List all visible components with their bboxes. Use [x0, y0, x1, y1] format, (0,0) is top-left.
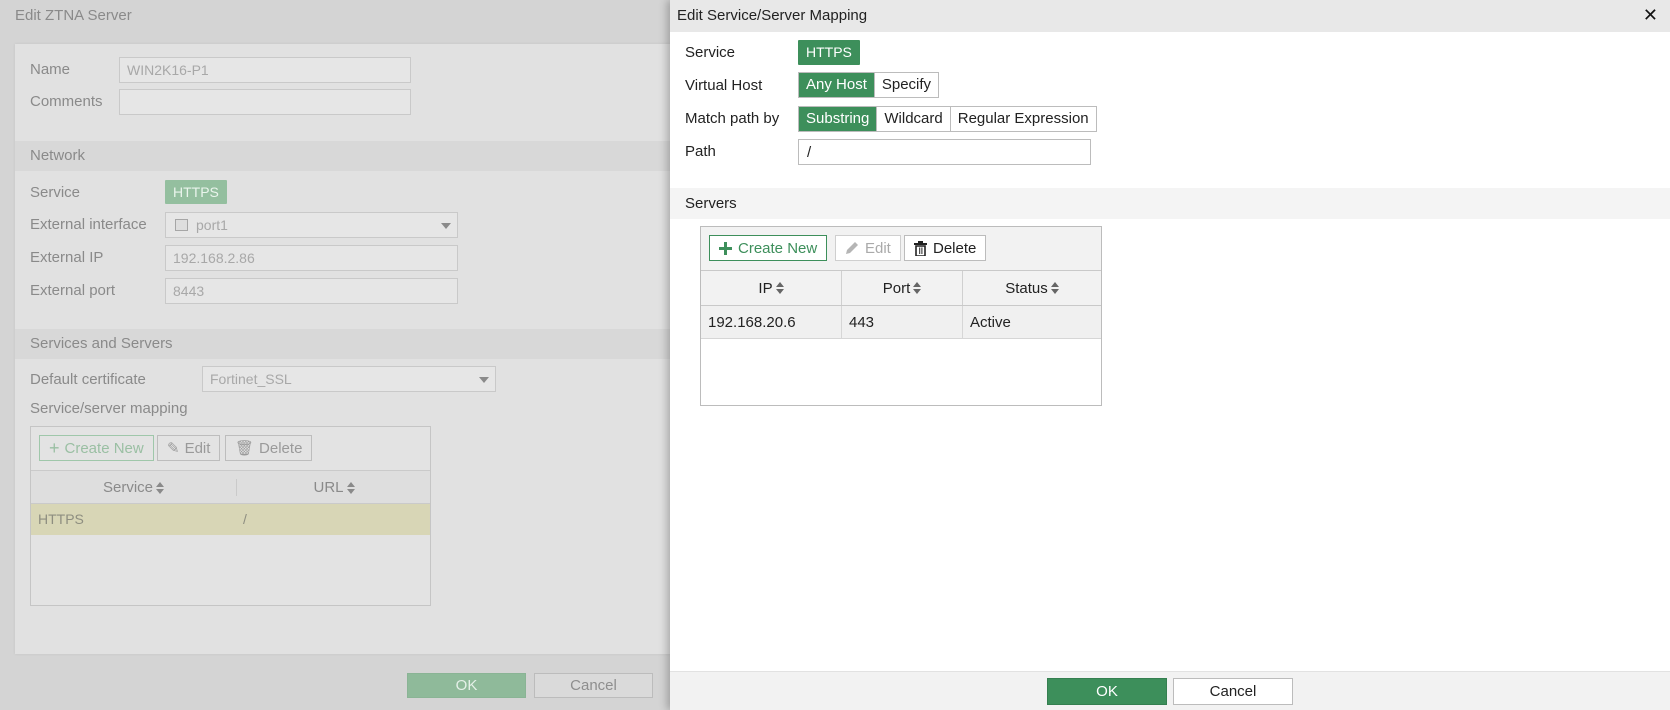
mapping-table-header: Service URL: [31, 470, 430, 504]
sort-icon: [346, 482, 355, 495]
servers-section-title: Servers: [685, 195, 737, 212]
create-new-label: Create New: [738, 239, 818, 257]
bg-cancel-button: Cancel: [534, 673, 653, 698]
bg-create-new-label: Create New: [64, 439, 144, 457]
col-url: URL: [238, 479, 430, 496]
bg-delete-button: 🗑 Delete: [225, 435, 313, 461]
col-service-label: Service: [102, 479, 154, 496]
col-status-label: Status: [1005, 279, 1048, 297]
servers-section: Servers: [670, 188, 1670, 219]
table-row[interactable]: 192.168.20.6 443 Active: [701, 306, 1101, 339]
bg-edit-label: Edit: [184, 439, 211, 457]
mapping-label: Service/server mapping: [30, 400, 188, 417]
close-icon[interactable]: ✕: [1643, 5, 1658, 26]
bg-edit-button: ✎ Edit: [157, 435, 221, 461]
service-label: Service: [685, 44, 736, 61]
match-path-label: Match path by: [685, 110, 780, 127]
bg-delete-label: Delete: [259, 439, 303, 457]
col-url-label: URL: [313, 479, 344, 496]
background-dialog-title: Edit ZTNA Server: [15, 7, 132, 24]
comments-field: [119, 89, 411, 115]
service-badge: HTTPS: [798, 40, 860, 65]
bg-ok-button: OK: [407, 673, 526, 698]
interface-icon: [175, 219, 188, 231]
sort-icon: [775, 282, 784, 294]
external-port-label: External port: [30, 282, 116, 299]
path-label: Path: [685, 143, 716, 160]
servers-table: Create New Edit Delete IP Port Status 19…: [700, 226, 1102, 406]
servers-table-header: IP Port Status: [701, 270, 1101, 306]
default-certificate-value: Fortinet_SSL: [210, 371, 292, 387]
default-certificate-select: Fortinet_SSL: [202, 366, 496, 392]
sort-icon: [1050, 282, 1059, 294]
name-field: WIN2K16-P1: [119, 57, 411, 83]
chevron-down-icon: [441, 223, 451, 229]
bg-create-new-button: + Create New: [39, 435, 154, 461]
edit-label: Edit: [865, 239, 891, 257]
name-label: Name: [30, 61, 71, 78]
comments-label: Comments: [30, 93, 103, 110]
virtual-host-toggle: Any Host Specify: [798, 72, 940, 98]
cancel-button[interactable]: Cancel: [1173, 678, 1293, 705]
service-label: Service: [30, 184, 81, 201]
external-ip-label: External IP: [30, 249, 104, 266]
table-row: HTTPS /: [31, 504, 430, 535]
services-section-title: Services and Servers: [30, 335, 173, 352]
plus-icon: +: [49, 438, 60, 458]
service-badge: HTTPS: [165, 180, 227, 204]
delete-button[interactable]: Delete: [904, 235, 987, 261]
background-dialog: Edit ZTNA Server Name WIN2K16-P1 Comment…: [0, 0, 670, 710]
servers-toolbar: Create New Edit Delete: [701, 227, 1101, 270]
external-port-field: 8443: [165, 278, 458, 304]
network-section-title: Network: [30, 147, 86, 164]
plus-icon: [719, 241, 732, 255]
external-interface-select: port1: [165, 212, 458, 238]
trash-icon: [914, 240, 927, 256]
ok-button[interactable]: OK: [1047, 678, 1167, 705]
virtual-host-specify[interactable]: Specify: [873, 73, 939, 97]
col-status[interactable]: Status: [963, 271, 1101, 305]
pencil-icon: ✎: [167, 440, 180, 457]
col-ip[interactable]: IP: [701, 271, 842, 305]
create-new-button[interactable]: Create New: [709, 235, 828, 261]
background-form-panel: Name WIN2K16-P1 Comments Network Service…: [15, 44, 670, 654]
col-port[interactable]: Port: [842, 271, 963, 305]
external-ip-field: 192.168.2.86: [165, 245, 458, 271]
match-path-substring[interactable]: Substring: [799, 107, 877, 131]
services-section: Services and Servers: [15, 329, 670, 359]
row-ip: 192.168.20.6: [701, 306, 842, 338]
match-path-toggle: Substring Wildcard Regular Expression: [798, 106, 1097, 132]
mapping-table: + Create New ✎ Edit 🗑 Delete Service URL…: [30, 426, 431, 606]
row-status: Active: [970, 313, 1011, 331]
chevron-down-icon: [479, 377, 489, 383]
edit-button[interactable]: Edit: [835, 235, 901, 261]
network-section: Network: [15, 141, 670, 171]
row-port: 443: [842, 306, 963, 338]
virtual-host-label: Virtual Host: [685, 77, 763, 94]
dialog-title: Edit Service/Server Mapping: [677, 7, 868, 24]
match-path-wildcard[interactable]: Wildcard: [876, 107, 950, 131]
dialog-footer: OK Cancel: [670, 671, 1670, 710]
default-certificate-label: Default certificate: [30, 371, 146, 388]
sort-icon: [156, 482, 165, 495]
sort-icon: [913, 282, 922, 294]
row-service: HTTPS: [38, 511, 84, 527]
pencil-icon: [845, 241, 859, 255]
row-url: /: [243, 511, 247, 527]
col-port-label: Port: [882, 279, 911, 297]
external-interface-label: External interface: [30, 216, 147, 233]
col-ip-label: IP: [758, 279, 773, 297]
mapping-dialog: Edit Service/Server Mapping ✕ Service HT…: [670, 0, 1670, 710]
path-input[interactable]: [798, 139, 1091, 165]
trash-icon: 🗑: [235, 440, 255, 457]
virtual-host-any-host[interactable]: Any Host: [799, 73, 874, 97]
col-service: Service: [31, 479, 237, 496]
external-interface-value: port1: [196, 217, 228, 233]
dialog-header: Edit Service/Server Mapping ✕: [670, 0, 1670, 32]
match-path-regex[interactable]: Regular Expression: [949, 107, 1096, 131]
delete-label: Delete: [933, 239, 977, 257]
